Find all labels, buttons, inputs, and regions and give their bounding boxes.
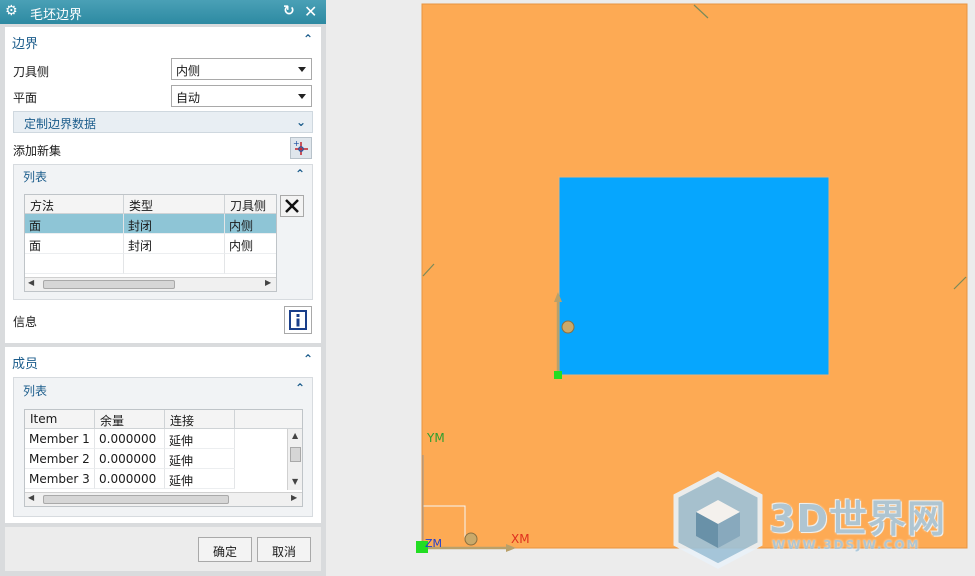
- watermark-title: 3D世界网: [769, 497, 946, 541]
- zm-axis-label: ZM: [425, 537, 443, 550]
- custom-boundary-data-bar[interactable]: 定制边界数据 ⌄: [13, 111, 313, 133]
- chevron-down-icon[interactable]: ⌄: [296, 115, 306, 129]
- table-cell[interactable]: 0.000000: [95, 449, 165, 469]
- table-cell[interactable]: 内侧: [225, 234, 276, 254]
- add-set-button[interactable]: +: [290, 137, 312, 159]
- boundary-list-table: 方法 类型 刀具侧 面 封闭 内侧 面 封闭 内侧 ◀ ▶: [24, 194, 277, 292]
- list-panel: 列表 ⌃ 方法 类型 刀具侧 面 封闭 内侧 面 封闭 内侧 ◀ ▶: [13, 164, 313, 300]
- members-section: 成员 ⌃ 列表 ⌃ Item 余量 连接 Member 1 0.000000 延…: [5, 347, 321, 523]
- boundary-header: 边界: [12, 37, 39, 52]
- add-set-icon: +: [293, 139, 308, 155]
- scroll-right-icon[interactable]: ▶: [291, 493, 297, 502]
- ok-button[interactable]: 确定: [198, 537, 252, 562]
- chevron-down-icon: [298, 94, 306, 99]
- horizontal-scrollbar[interactable]: ◀ ▶: [25, 277, 276, 291]
- table-cell: 封闭: [124, 214, 225, 234]
- table-cell-empty: [225, 254, 276, 274]
- column-header-tool-side[interactable]: 刀具侧: [225, 195, 276, 214]
- column-header-allowance[interactable]: 余量: [95, 410, 165, 429]
- dialog-title: 毛坯边界: [30, 8, 83, 23]
- wcs-origin-sphere: [464, 532, 478, 546]
- plane-select[interactable]: 自动: [171, 85, 312, 107]
- table-cell[interactable]: 封闭: [124, 234, 225, 254]
- tool-side-value: 内侧: [176, 64, 201, 78]
- scroll-up-icon[interactable]: ▲: [292, 431, 298, 440]
- info-label: 信息: [13, 315, 38, 329]
- graphics-viewport[interactable]: YM XM ZM 3D世界网 WWW.3DSJW.COM: [326, 0, 975, 576]
- chevron-down-icon: [298, 67, 306, 72]
- custom-boundary-data-label: 定制边界数据: [24, 117, 97, 131]
- column-header-type[interactable]: 类型: [124, 195, 225, 214]
- column-header-connection[interactable]: 连接: [165, 410, 235, 429]
- add-new-set-label: 添加新集: [13, 144, 62, 158]
- scroll-down-icon[interactable]: ▼: [292, 477, 298, 486]
- members-list-panel: 列表 ⌃ Item 余量 连接 Member 1 0.000000 延伸 Mem…: [13, 377, 313, 517]
- table-cell-empty: [25, 254, 124, 274]
- ym-axis-label: YM: [427, 431, 445, 445]
- table-cell: 内侧: [225, 214, 276, 234]
- local-origin-sphere: [561, 320, 575, 334]
- info-icon: [289, 310, 307, 330]
- title-bar: ⚙ 毛坯边界 ↻ ✕: [0, 0, 326, 24]
- boundary-section: 边界 ⌃ 刀具侧 内侧 平面 自动 定制边界数据 ⌄ 添加新集 + 列表 ⌃ 方…: [5, 27, 321, 343]
- boundary-start-point: [554, 371, 562, 379]
- list-header: 列表: [23, 170, 48, 184]
- watermark-url: WWW.3DSJW.COM: [772, 538, 921, 552]
- horizontal-scrollbar[interactable]: ◀ ▶: [25, 492, 302, 506]
- plane-value: 自动: [176, 91, 201, 105]
- table-cell[interactable]: 延伸: [165, 469, 235, 489]
- members-table: Item 余量 连接 Member 1 0.000000 延伸 Member 2…: [24, 409, 303, 507]
- table-cell[interactable]: 面: [25, 234, 124, 254]
- column-header-empty: [235, 410, 302, 429]
- column-header-method[interactable]: 方法: [25, 195, 124, 214]
- chevron-up-icon[interactable]: ⌃: [303, 32, 313, 46]
- scroll-thumb[interactable]: [43, 495, 229, 504]
- close-icon[interactable]: ✕: [304, 2, 317, 21]
- tool-side-select[interactable]: 内侧: [171, 58, 312, 80]
- members-header: 成员: [12, 357, 39, 372]
- column-header-item[interactable]: Item: [25, 410, 95, 429]
- blank-boundary-dialog: ⚙ 毛坯边界 ↻ ✕ 边界 ⌃ 刀具侧 内侧 平面 自动 定制边界数据 ⌄ 添加…: [0, 0, 326, 576]
- cancel-button[interactable]: 取消: [257, 537, 311, 562]
- table-cell[interactable]: 0.000000: [95, 469, 165, 489]
- gear-icon[interactable]: ⚙: [5, 3, 18, 19]
- table-cell[interactable]: 0.000000: [95, 429, 165, 449]
- part-top-face: [558, 176, 830, 376]
- reset-icon[interactable]: ↻: [283, 3, 295, 19]
- scroll-thumb[interactable]: [43, 280, 175, 289]
- chevron-up-icon[interactable]: ⌃: [303, 352, 313, 366]
- scroll-thumb[interactable]: [290, 447, 301, 462]
- chevron-up-icon[interactable]: ⌃: [295, 381, 305, 395]
- table-cell-empty: [124, 254, 225, 274]
- table-cell[interactable]: Member 2: [25, 449, 95, 469]
- members-list-header: 列表: [23, 384, 48, 398]
- watermark-cube-icon: [673, 471, 763, 569]
- chevron-up-icon[interactable]: ⌃: [295, 167, 305, 181]
- scroll-right-icon[interactable]: ▶: [265, 278, 271, 287]
- table-cell[interactable]: 延伸: [165, 449, 235, 469]
- svg-text:+: +: [293, 139, 300, 148]
- xm-axis-label: XM: [511, 532, 530, 546]
- vertical-scrollbar[interactable]: ▲ ▼: [287, 429, 302, 490]
- plane-label: 平面: [13, 91, 38, 105]
- delete-icon: [285, 199, 299, 213]
- table-cell[interactable]: Member 1: [25, 429, 95, 449]
- table-cell[interactable]: Member 3: [25, 469, 95, 489]
- table-cell: 面: [25, 214, 124, 234]
- watermark: 3D世界网 WWW.3DSJW.COM: [670, 470, 970, 572]
- scroll-left-icon[interactable]: ◀: [28, 493, 34, 502]
- info-button[interactable]: [284, 306, 312, 334]
- scroll-left-icon[interactable]: ◀: [28, 278, 34, 287]
- delete-button[interactable]: [280, 195, 304, 217]
- tool-side-label: 刀具侧: [13, 65, 50, 79]
- table-cell[interactable]: 延伸: [165, 429, 235, 449]
